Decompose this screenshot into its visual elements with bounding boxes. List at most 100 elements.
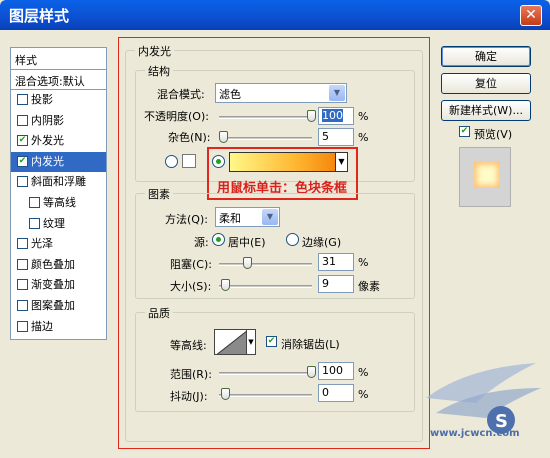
style-item-checkbox[interactable] — [17, 320, 28, 332]
antialias-checkbox[interactable]: ✔ — [266, 336, 277, 347]
quality-title: 品质 — [145, 305, 173, 321]
noise-input[interactable]: 5 — [318, 128, 354, 146]
jitter-unit: % — [358, 388, 369, 401]
jitter-slider-track[interactable] — [219, 394, 312, 397]
style-item[interactable]: 斜面和浮雕 — [11, 172, 106, 193]
style-item-label: 纹理 — [43, 216, 65, 230]
opacity-slider-track[interactable] — [219, 116, 312, 119]
style-list-header[interactable]: 样式 — [11, 48, 106, 70]
choke-unit: % — [358, 256, 369, 269]
style-item-checkbox[interactable] — [17, 94, 28, 105]
color-swatch[interactable] — [182, 154, 196, 168]
style-item-checkbox[interactable] — [17, 238, 28, 250]
choke-slider-track[interactable] — [219, 263, 312, 266]
title-bar: 图层样式 ✕ — [0, 0, 550, 30]
method-select[interactable]: 柔和 ▼ — [215, 207, 280, 227]
range-label: 范围(R): — [170, 368, 212, 381]
choke-slider-thumb[interactable] — [242, 257, 252, 269]
method-label: 方法(Q): — [165, 213, 208, 226]
size-slider-track[interactable] — [219, 285, 312, 288]
style-items: 投影 内阴影 ✔ 外发光 ✔ 内发光 斜面和浮雕 等高线 纹理 光泽 颜色叠加 渐变叠加 图案叠加 描边 — [11, 90, 106, 337]
blend-mode-label: 混合模式: — [157, 88, 205, 101]
choke-input[interactable]: 31 — [318, 253, 354, 271]
preview-checkbox[interactable]: ✔ — [459, 126, 470, 137]
opacity-input[interactable]: 100 — [318, 107, 354, 125]
source-edge-radio[interactable] — [286, 233, 299, 246]
style-item[interactable]: 描边 — [11, 317, 106, 338]
style-item-label: 等高线 — [43, 195, 76, 209]
noise-slider-track[interactable] — [219, 137, 312, 140]
style-item-checkbox[interactable]: ✔ — [17, 155, 28, 167]
style-item-checkbox[interactable] — [29, 196, 40, 208]
chevron-down-icon: ▼ — [262, 209, 278, 225]
style-item-checkbox[interactable] — [29, 217, 40, 229]
style-item[interactable]: 颜色叠加 — [11, 255, 106, 276]
source-center-radio[interactable] — [212, 233, 225, 246]
style-item[interactable]: 内阴影 — [11, 111, 106, 132]
style-item-checkbox[interactable] — [17, 176, 28, 188]
contour-picker[interactable] — [214, 329, 247, 355]
style-item-label: 内阴影 — [31, 113, 64, 127]
size-slider-thumb[interactable] — [221, 279, 230, 291]
choke-label: 阻塞(C): — [170, 258, 212, 271]
window-title: 图层样式 — [9, 7, 70, 25]
choke-value: 31 — [322, 255, 336, 268]
watermark-logo: S — [426, 363, 541, 434]
method-value: 柔和 — [219, 212, 241, 225]
range-slider-track[interactable] — [219, 372, 312, 375]
source-edge-label[interactable]: 边缘(G) — [302, 234, 341, 250]
solid-color-radio[interactable] — [165, 155, 178, 168]
jitter-slider-thumb[interactable] — [221, 388, 230, 400]
range-slider-thumb[interactable] — [307, 366, 316, 378]
new-style-button[interactable]: 新建样式(W)... — [441, 100, 531, 121]
style-item[interactable]: 投影 — [11, 90, 106, 111]
inner-glow-title: 内发光 — [135, 43, 174, 59]
jitter-value: 0 — [322, 386, 329, 399]
size-unit: 像素 — [358, 280, 380, 293]
blend-mode-select[interactable]: 滤色 ▼ — [215, 83, 347, 103]
style-item-label: 投影 — [31, 93, 53, 106]
style-item-checkbox[interactable] — [17, 299, 28, 311]
preview-label[interactable]: 预览(V) — [474, 126, 512, 142]
contour-dropdown-icon[interactable]: ▼ — [247, 329, 256, 355]
noise-slider-thumb[interactable] — [218, 131, 228, 143]
style-item-checkbox[interactable] — [17, 114, 28, 126]
ok-button[interactable]: 确定 — [441, 46, 531, 67]
opacity-unit: % — [358, 110, 369, 123]
style-item[interactable]: ✔ 外发光 — [11, 131, 106, 152]
style-item[interactable]: 图案叠加 — [11, 296, 106, 317]
contour-label: 等高线: — [170, 339, 207, 352]
style-item[interactable]: ✔ 内发光 — [11, 151, 106, 173]
style-preview — [459, 147, 511, 207]
style-item[interactable]: 纹理 — [11, 214, 106, 235]
style-item-label: 渐变叠加 — [31, 278, 75, 292]
range-unit: % — [358, 366, 369, 379]
chevron-down-icon: ▼ — [329, 85, 345, 101]
style-item[interactable]: 光泽 — [11, 234, 106, 255]
antialias-label[interactable]: 消除锯齿(L) — [281, 336, 340, 352]
style-item-label: 光泽 — [31, 237, 53, 251]
size-input[interactable]: 9 — [318, 275, 354, 293]
size-label: 大小(S): — [170, 280, 212, 293]
jitter-input[interactable]: 0 — [318, 384, 354, 402]
close-button[interactable]: ✕ — [520, 5, 542, 26]
size-value: 9 — [322, 277, 329, 290]
style-item-label: 内发光 — [31, 154, 64, 168]
style-item-checkbox[interactable] — [17, 279, 28, 291]
style-item[interactable]: 渐变叠加 — [11, 275, 106, 296]
opacity-slider-thumb[interactable] — [307, 110, 316, 122]
jitter-label: 抖动(J): — [170, 390, 208, 403]
style-list: 样式 混合选项:默认 投影 内阴影 ✔ 外发光 ✔ 内发光 斜面和浮雕 等高线 纹理 光泽 颜色叠加… — [10, 47, 107, 340]
style-item[interactable]: 等高线 — [11, 193, 106, 214]
style-item-label: 斜面和浮雕 — [31, 175, 86, 189]
style-item-checkbox[interactable]: ✔ — [17, 135, 28, 147]
reset-button[interactable]: 复位 — [441, 73, 531, 94]
range-value: 100 — [322, 364, 343, 377]
blend-options-default[interactable]: 混合选项:默认 — [11, 70, 106, 90]
range-input[interactable]: 100 — [318, 362, 354, 380]
watermark-text: www.jcwcn.com — [430, 428, 520, 439]
source-center-label[interactable]: 居中(E) — [228, 234, 266, 250]
style-item-label: 外发光 — [31, 134, 64, 148]
blend-mode-value: 滤色 — [219, 88, 241, 101]
style-item-checkbox[interactable] — [17, 258, 28, 270]
